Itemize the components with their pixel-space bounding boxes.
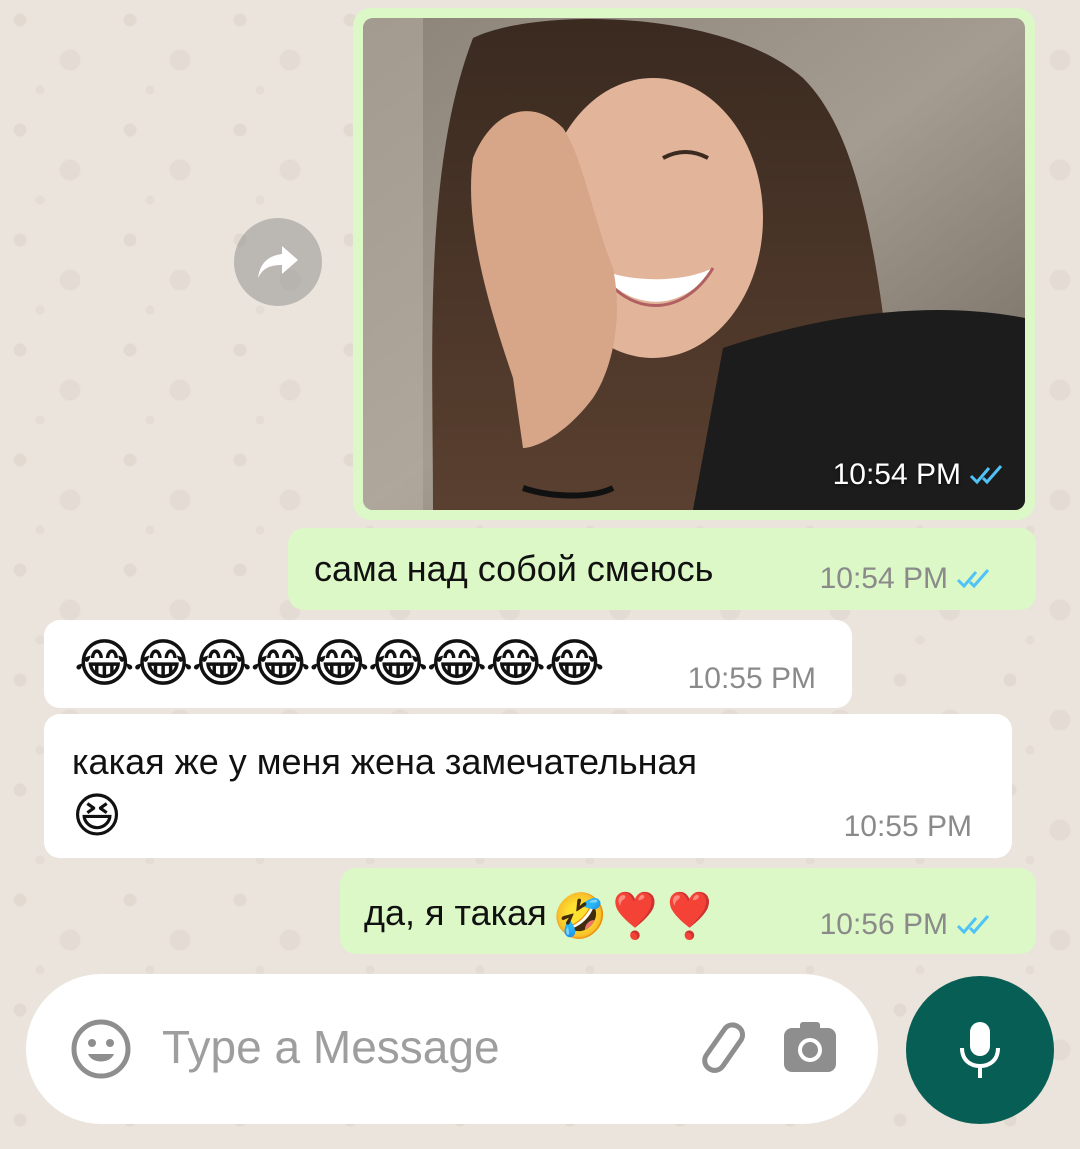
message-text: какая же у меня жена замечательная: [72, 741, 698, 782]
double-check-icon: [956, 915, 990, 935]
message-meta: 10:55 PM: [688, 662, 816, 696]
message-time: 10:55 PM: [843, 810, 972, 843]
message-bubble-outgoing[interactable]: да, я такая 🤣❣️❣️ 10:56 PM: [340, 868, 1036, 954]
message-input[interactable]: Type a Message: [162, 1020, 500, 1074]
emoji-icon[interactable]: [70, 1018, 132, 1080]
message-bubble-incoming[interactable]: какая же у меня жена замечательная 😆 10:…: [44, 714, 1012, 858]
image-message[interactable]: 10:54 PM: [353, 8, 1035, 520]
image-photo[interactable]: 10:54 PM: [363, 18, 1025, 510]
message-text: да, я такая: [364, 892, 547, 933]
forward-button[interactable]: [234, 218, 322, 306]
message-meta: 10:54 PM: [820, 562, 994, 596]
image-time: 10:54 PM: [832, 458, 961, 491]
message-time: 10:54 PM: [819, 562, 948, 595]
double-check-icon: [969, 465, 1003, 485]
message-time: 10:55 PM: [687, 662, 816, 695]
paperclip-icon[interactable]: [690, 1018, 754, 1082]
message-emoji: 🤣❣️❣️: [552, 892, 718, 941]
message-bubble-incoming[interactable]: 😂😂😂😂😂😂😂😂😂 10:55 PM: [44, 620, 852, 708]
camera-icon[interactable]: [782, 1020, 838, 1076]
message-meta: 10:55 PM: [844, 810, 972, 844]
message-bubble-outgoing[interactable]: сама над собой смеюсь 10:54 PM: [288, 528, 1036, 610]
message-meta: 10:56 PM: [820, 908, 994, 942]
message-time: 10:56 PM: [819, 908, 948, 941]
message-emoji: 😆: [72, 790, 123, 843]
mic-icon: [960, 1022, 1000, 1078]
mic-button[interactable]: [906, 976, 1054, 1124]
message-text-wrapper: да, я такая 🤣❣️❣️: [364, 890, 717, 942]
message-text: сама над собой смеюсь: [314, 548, 714, 589]
forward-icon: [258, 246, 298, 278]
image-meta: 10:54 PM: [833, 458, 1005, 492]
double-check-icon: [956, 569, 990, 589]
message-input-bar: Type a Message: [26, 974, 878, 1124]
message-text: 😂😂😂😂😂😂😂😂😂: [74, 635, 605, 693]
